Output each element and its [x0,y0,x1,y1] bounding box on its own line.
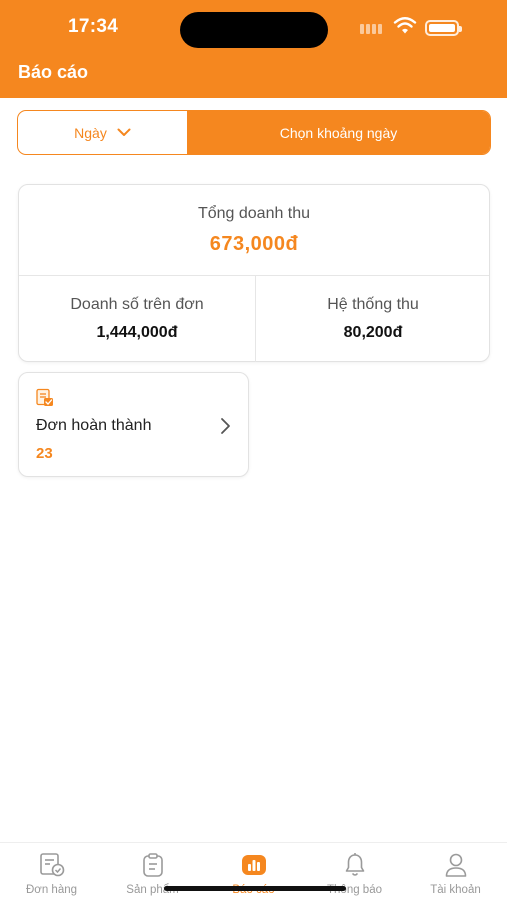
date-filter-segment: Ngày Chọn khoảng ngày [17,110,491,155]
bottom-tab-bar: Đơn hàng Sản phẩm Báo cáo [0,842,507,900]
document-icon [36,388,53,406]
battery-icon [425,20,462,36]
status-bar-time: 17:34 [68,16,119,37]
home-indicator [164,886,346,891]
tab-label: Tài khoản [430,884,481,896]
page-title: Báo cáo [18,62,89,82]
wifi-icon [393,17,417,34]
sales-per-order-label: Doanh số trên đơn [70,296,204,313]
tab-orders[interactable]: Đơn hàng [1,851,102,896]
cellular-signal-icon [360,24,382,34]
chevron-right-icon [221,418,230,434]
clipboard-icon [142,853,163,877]
system-collected-value: 80,200đ [343,324,403,341]
revenue-summary-card: Tổng doanh thu 673,000đ Doanh số trên đơ… [18,184,490,362]
total-revenue-label: Tổng doanh thu [197,205,311,222]
bell-icon [345,853,364,876]
day-dropdown[interactable]: Ngày [18,111,187,154]
chevron-down-icon [117,128,131,136]
day-dropdown-label: Ngày [74,124,107,141]
divider [19,275,489,276]
total-revenue-value: 673,000đ [209,233,299,255]
tab-label: Đơn hàng [25,884,78,896]
completed-orders-count: 23 [36,445,53,462]
user-icon [445,853,466,877]
sales-per-order-value: 1,444,000đ [96,324,178,341]
completed-orders-label: Đơn hoàn thành [36,417,152,434]
chart-icon [241,855,266,875]
date-range-button[interactable]: Chọn khoảng ngày [187,111,490,154]
divider [255,276,256,362]
completed-orders-card[interactable]: Đơn hoàn thành 23 [18,372,249,477]
order-icon [39,853,64,877]
dynamic-island [180,12,328,48]
tab-account[interactable]: Tài khoản [405,851,506,896]
app-header: 17:34 Báo cáo [0,0,507,98]
system-collected-label: Hệ thống thu [327,296,419,313]
